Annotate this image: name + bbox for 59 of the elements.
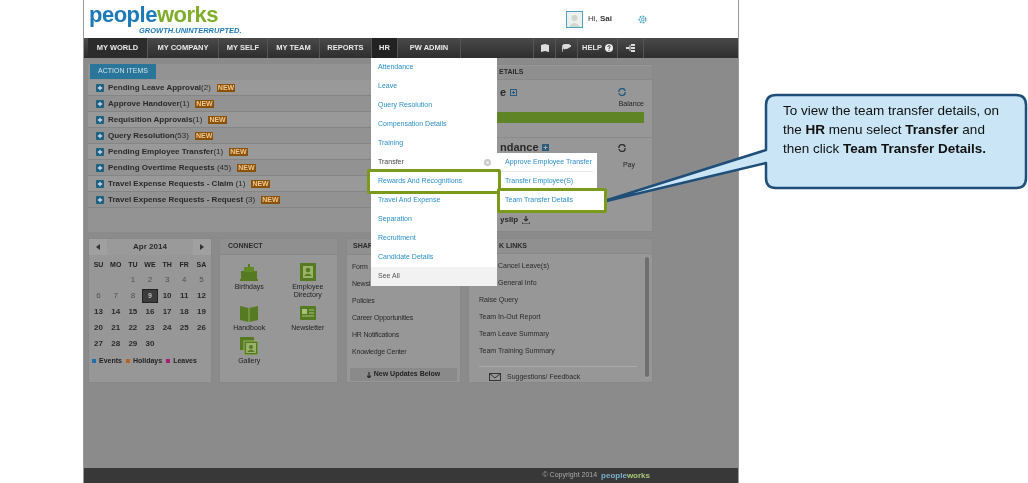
cake-icon — [240, 263, 259, 281]
calendar-day[interactable]: 28 — [107, 336, 125, 352]
calendar-day[interactable]: 12 — [192, 288, 210, 304]
book-icon — [240, 304, 259, 322]
hierarchy-icon — [626, 44, 635, 52]
settings-icon[interactable] — [637, 13, 648, 25]
calendar-day[interactable]: 15 — [124, 304, 142, 320]
calendar-day[interactable]: 11 — [175, 288, 193, 304]
right-arrow-icon — [200, 244, 204, 250]
section-title: e — [500, 84, 507, 100]
expand-icon[interactable] — [510, 88, 518, 96]
refresh-icon[interactable] — [618, 143, 626, 152]
section-title: ndance — [500, 140, 539, 156]
refresh-icon[interactable] — [618, 88, 626, 96]
calendar-day[interactable]: 24 — [158, 320, 176, 336]
calendar-day[interactable]: 22 — [124, 320, 142, 336]
calendar-day[interactable]: 13 — [90, 304, 108, 320]
month-label: Apr 2014 — [107, 239, 193, 255]
download-icon[interactable] — [522, 216, 531, 224]
directory-icon — [298, 263, 317, 281]
action-item-title: Pending Overtime Requests (45) — [108, 161, 232, 174]
calendar-day[interactable]: 19 — [192, 304, 210, 320]
action-item-title: Query Resolution(53) — [108, 129, 189, 142]
greeting: Hi, Sai — [588, 13, 612, 25]
footer-logo: peopleworks — [601, 469, 650, 482]
calendar-day[interactable]: 14 — [107, 304, 125, 320]
calendar-day[interactable]: 20 — [90, 320, 108, 336]
calendar-day[interactable]: 16 — [141, 304, 159, 320]
calendar-day[interactable]: 18 — [175, 304, 193, 320]
book-icon — [540, 44, 549, 52]
gallery-icon — [240, 337, 259, 355]
callout-text: To view the team transfer details, on the HR menu select Transfer and then click Team Transfer Details. — [783, 102, 1001, 158]
calendar-day[interactable]: 2 — [141, 272, 159, 288]
action-item-title: Travel Expense Requests - Claim (1) — [108, 177, 246, 190]
avatar[interactable] — [566, 10, 583, 28]
down-arrow-icon — [366, 371, 371, 378]
payslip-link[interactable]: yslip — [500, 214, 519, 226]
left-arrow-icon — [96, 244, 100, 250]
calendar-day[interactable]: 25 — [175, 320, 193, 336]
action-item-title: Pending Leave Approval(2) — [108, 81, 211, 94]
calendar-day[interactable]: 21 — [107, 320, 125, 336]
calendar-day[interactable]: 10 — [158, 288, 176, 304]
flag-icon — [562, 44, 571, 52]
calendar-day[interactable]: 26 — [192, 320, 210, 336]
calendar-day[interactable]: 29 — [124, 336, 142, 352]
action-item-title: Requisition Approvals(1) — [108, 113, 203, 126]
calendar-day[interactable]: 17 — [158, 304, 176, 320]
calendar-day[interactable]: 23 — [141, 320, 159, 336]
action-item-title: Approve Handover(1) — [108, 97, 190, 110]
calendar-day[interactable]: 27 — [90, 336, 108, 352]
newsletter-icon — [298, 304, 317, 322]
scrollbar-thumb[interactable] — [645, 256, 649, 377]
help-icon — [605, 44, 613, 52]
envelope-icon — [489, 372, 501, 381]
action-item-title: Travel Expense Requests - Request (3) — [108, 193, 256, 206]
calendar-day[interactable]: 30 — [141, 336, 159, 352]
action-item-title: Pending Employee Transfer(1) — [108, 145, 224, 158]
expand-icon[interactable] — [541, 144, 549, 151]
submenu-indicator-icon — [484, 159, 491, 166]
